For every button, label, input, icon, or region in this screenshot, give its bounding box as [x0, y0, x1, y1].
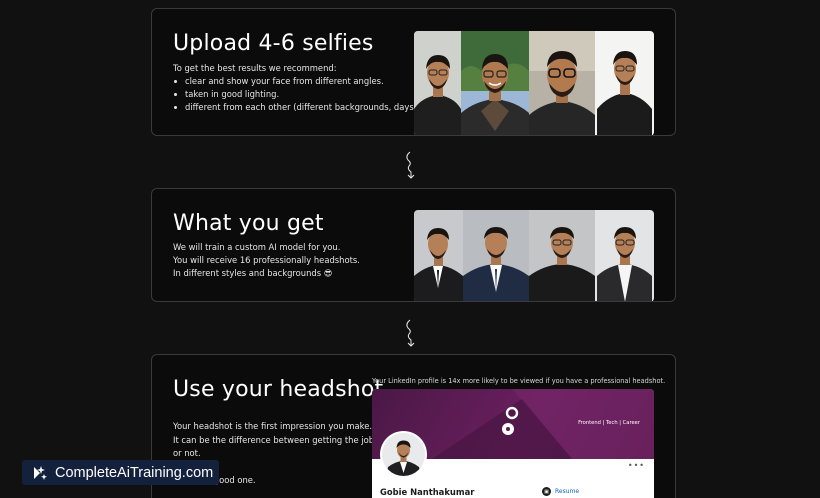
card-description: We will train a custom AI model for you.…	[173, 241, 360, 280]
banner-tagline: Frontend | Tech | Career	[578, 420, 640, 426]
upload-selfies-card: Upload 4-6 selfies To get the best resul…	[151, 8, 676, 136]
recommendation-list: clear and show your face from different …	[173, 75, 417, 114]
selfie-photo	[595, 31, 654, 135]
selfie-photo	[529, 31, 595, 135]
selfie-photo	[461, 31, 529, 135]
sparkle-icon	[34, 465, 47, 480]
headshot-photo	[529, 210, 595, 301]
description-line: It can be the difference between getting…	[173, 434, 375, 445]
card-description: To get the best results we recommend: cl…	[173, 62, 417, 114]
list-item: taken in good lighting.	[173, 88, 417, 101]
headshot-photo	[414, 210, 463, 301]
resume-label: Resume	[555, 488, 580, 495]
description-line: We will train a custom AI model for you.	[173, 242, 341, 252]
description-line: You will receive 16 professionally heads…	[173, 255, 360, 265]
card-title: What you get	[173, 211, 324, 236]
more-options-button[interactable]: •••	[628, 461, 645, 470]
use-headshot-card: Use your headshot Your headshot is the f…	[151, 354, 676, 498]
selfie-photo	[414, 31, 461, 135]
headshot-photo	[595, 210, 654, 301]
watermark-badge: CompleteAiTraining.com	[22, 460, 219, 485]
what-you-get-card: What you get We will train a custom AI m…	[151, 188, 676, 302]
profile-name: Gobie Nanthakumar	[380, 487, 475, 497]
watermark-text: CompleteAiTraining.com	[55, 464, 214, 481]
description-line: In different styles and backgrounds 😎	[173, 268, 333, 278]
list-item: clear and show your face from different …	[173, 75, 417, 88]
description-line: Your headshot is the first impression yo…	[173, 421, 373, 431]
intro-text: To get the best results we recommend:	[173, 63, 337, 73]
down-arrow-icon	[406, 151, 415, 179]
description-line: or not.	[173, 448, 201, 458]
linkedin-profile-preview: Frontend | Tech | Career ••• Gobie Nanth…	[372, 389, 654, 498]
selfie-photo-strip	[414, 31, 654, 135]
list-item: different from each other (different bac…	[173, 101, 417, 114]
avatar	[380, 431, 427, 478]
card-title: Use your headshot	[173, 377, 384, 402]
document-icon: ▣	[542, 487, 551, 496]
headshot-photo-strip	[414, 210, 654, 301]
linkedin-caption: Your LinkedIn profile is 14x more likely…	[372, 377, 666, 385]
card-title: Upload 4-6 selfies	[173, 31, 374, 56]
resume-link[interactable]: ▣ Resume	[542, 487, 579, 496]
headshot-photo	[463, 210, 529, 301]
down-arrow-icon	[406, 319, 415, 347]
